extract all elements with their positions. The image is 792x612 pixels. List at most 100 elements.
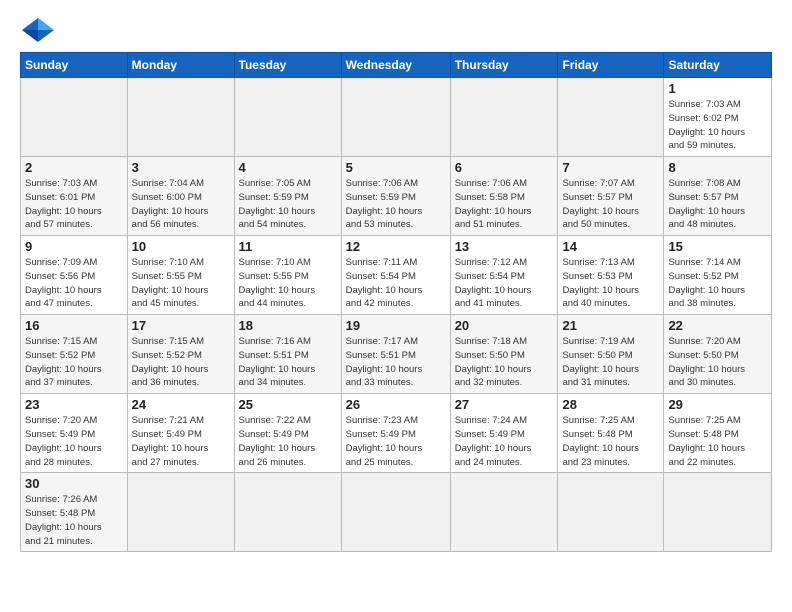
day-number: 1 bbox=[668, 81, 767, 96]
calendar-day-cell bbox=[234, 473, 341, 552]
calendar-day-cell: 4 Sunrise: 7:05 AM Sunset: 5:59 PM Daylig… bbox=[234, 157, 341, 236]
day-info-text: Sunrise: 7:07 AM Sunset: 5:57 PM Dayligh… bbox=[562, 177, 659, 232]
calendar-table: SundayMondayTuesdayWednesdayThursdayFrid… bbox=[20, 52, 772, 552]
calendar-day-cell: 3 Sunrise: 7:04 AM Sunset: 6:00 PM Daylig… bbox=[127, 157, 234, 236]
calendar-day-cell: 5 Sunrise: 7:06 AM Sunset: 5:59 PM Daylig… bbox=[341, 157, 450, 236]
calendar-day-cell: 24 Sunrise: 7:21 AM Sunset: 5:49 PM Dayli… bbox=[127, 394, 234, 473]
day-info-text: Sunrise: 7:19 AM Sunset: 5:50 PM Dayligh… bbox=[562, 335, 659, 390]
day-info-text: Sunrise: 7:10 AM Sunset: 5:55 PM Dayligh… bbox=[132, 256, 230, 311]
calendar-day-header: Tuesday bbox=[234, 53, 341, 78]
day-number: 30 bbox=[25, 476, 123, 491]
day-number: 11 bbox=[239, 239, 337, 254]
day-number: 16 bbox=[25, 318, 123, 333]
calendar-day-cell: 27 Sunrise: 7:24 AM Sunset: 5:49 PM Dayli… bbox=[450, 394, 558, 473]
day-info-text: Sunrise: 7:15 AM Sunset: 5:52 PM Dayligh… bbox=[25, 335, 123, 390]
day-number: 24 bbox=[132, 397, 230, 412]
calendar-week-row: 23 Sunrise: 7:20 AM Sunset: 5:49 PM Dayli… bbox=[21, 394, 772, 473]
calendar-day-cell: 9 Sunrise: 7:09 AM Sunset: 5:56 PM Daylig… bbox=[21, 236, 128, 315]
day-number: 7 bbox=[562, 160, 659, 175]
day-number: 4 bbox=[239, 160, 337, 175]
calendar-day-cell: 20 Sunrise: 7:18 AM Sunset: 5:50 PM Dayli… bbox=[450, 315, 558, 394]
calendar-day-cell: 25 Sunrise: 7:22 AM Sunset: 5:49 PM Dayli… bbox=[234, 394, 341, 473]
day-number: 10 bbox=[132, 239, 230, 254]
calendar-day-cell: 18 Sunrise: 7:16 AM Sunset: 5:51 PM Dayli… bbox=[234, 315, 341, 394]
logo-icon bbox=[20, 16, 56, 44]
calendar-day-cell bbox=[127, 473, 234, 552]
day-number: 28 bbox=[562, 397, 659, 412]
calendar-week-row: 9 Sunrise: 7:09 AM Sunset: 5:56 PM Daylig… bbox=[21, 236, 772, 315]
calendar-day-cell: 7 Sunrise: 7:07 AM Sunset: 5:57 PM Daylig… bbox=[558, 157, 664, 236]
day-number: 21 bbox=[562, 318, 659, 333]
day-number: 25 bbox=[239, 397, 337, 412]
calendar-day-cell bbox=[341, 78, 450, 157]
calendar-day-cell: 2 Sunrise: 7:03 AM Sunset: 6:01 PM Daylig… bbox=[21, 157, 128, 236]
day-number: 5 bbox=[346, 160, 446, 175]
calendar-day-header: Wednesday bbox=[341, 53, 450, 78]
logo bbox=[20, 16, 60, 44]
calendar-week-row: 30Sunrise: 7:26 AM Sunset: 5:48 PM Dayli… bbox=[21, 473, 772, 552]
calendar-day-cell bbox=[127, 78, 234, 157]
calendar-day-cell: 28Sunrise: 7:25 AM Sunset: 5:48 PM Dayli… bbox=[558, 394, 664, 473]
day-info-text: Sunrise: 7:25 AM Sunset: 5:48 PM Dayligh… bbox=[668, 414, 767, 469]
day-info-text: Sunrise: 7:13 AM Sunset: 5:53 PM Dayligh… bbox=[562, 256, 659, 311]
calendar-day-cell: 6Sunrise: 7:06 AM Sunset: 5:58 PM Daylig… bbox=[450, 157, 558, 236]
day-info-text: Sunrise: 7:03 AM Sunset: 6:02 PM Dayligh… bbox=[668, 98, 767, 153]
calendar-week-row: 16 Sunrise: 7:15 AM Sunset: 5:52 PM Dayli… bbox=[21, 315, 772, 394]
calendar-header-row: SundayMondayTuesdayWednesdayThursdayFrid… bbox=[21, 53, 772, 78]
calendar-day-cell: 26 Sunrise: 7:23 AM Sunset: 5:49 PM Dayli… bbox=[341, 394, 450, 473]
day-info-text: Sunrise: 7:03 AM Sunset: 6:01 PM Dayligh… bbox=[25, 177, 123, 232]
day-info-text: Sunrise: 7:16 AM Sunset: 5:51 PM Dayligh… bbox=[239, 335, 337, 390]
calendar-day-cell: 23 Sunrise: 7:20 AM Sunset: 5:49 PM Dayli… bbox=[21, 394, 128, 473]
day-number: 26 bbox=[346, 397, 446, 412]
day-info-text: Sunrise: 7:10 AM Sunset: 5:55 PM Dayligh… bbox=[239, 256, 337, 311]
calendar-day-header: Sunday bbox=[21, 53, 128, 78]
day-info-text: Sunrise: 7:08 AM Sunset: 5:57 PM Dayligh… bbox=[668, 177, 767, 232]
day-info-text: Sunrise: 7:06 AM Sunset: 5:59 PM Dayligh… bbox=[346, 177, 446, 232]
calendar-day-cell: 12 Sunrise: 7:11 AM Sunset: 5:54 PM Dayli… bbox=[341, 236, 450, 315]
day-number: 18 bbox=[239, 318, 337, 333]
calendar-day-cell: 15 Sunrise: 7:14 AM Sunset: 5:52 PM Dayli… bbox=[664, 236, 772, 315]
day-info-text: Sunrise: 7:17 AM Sunset: 5:51 PM Dayligh… bbox=[346, 335, 446, 390]
day-info-text: Sunrise: 7:04 AM Sunset: 6:00 PM Dayligh… bbox=[132, 177, 230, 232]
day-info-text: Sunrise: 7:09 AM Sunset: 5:56 PM Dayligh… bbox=[25, 256, 123, 311]
calendar-day-cell: 8 Sunrise: 7:08 AM Sunset: 5:57 PM Daylig… bbox=[664, 157, 772, 236]
calendar-day-cell: 21 Sunrise: 7:19 AM Sunset: 5:50 PM Dayli… bbox=[558, 315, 664, 394]
calendar-day-cell: 14Sunrise: 7:13 AM Sunset: 5:53 PM Dayli… bbox=[558, 236, 664, 315]
day-number: 22 bbox=[668, 318, 767, 333]
calendar-day-cell: 29 Sunrise: 7:25 AM Sunset: 5:48 PM Dayli… bbox=[664, 394, 772, 473]
day-number: 17 bbox=[132, 318, 230, 333]
day-info-text: Sunrise: 7:05 AM Sunset: 5:59 PM Dayligh… bbox=[239, 177, 337, 232]
day-info-text: Sunrise: 7:11 AM Sunset: 5:54 PM Dayligh… bbox=[346, 256, 446, 311]
page-header bbox=[20, 16, 772, 44]
day-info-text: Sunrise: 7:12 AM Sunset: 5:54 PM Dayligh… bbox=[455, 256, 554, 311]
day-number: 3 bbox=[132, 160, 230, 175]
day-info-text: Sunrise: 7:20 AM Sunset: 5:49 PM Dayligh… bbox=[25, 414, 123, 469]
calendar-day-cell bbox=[664, 473, 772, 552]
calendar-day-cell bbox=[450, 473, 558, 552]
calendar-day-cell: 30Sunrise: 7:26 AM Sunset: 5:48 PM Dayli… bbox=[21, 473, 128, 552]
calendar-day-cell bbox=[558, 78, 664, 157]
day-number: 15 bbox=[668, 239, 767, 254]
calendar-day-header: Monday bbox=[127, 53, 234, 78]
day-info-text: Sunrise: 7:22 AM Sunset: 5:49 PM Dayligh… bbox=[239, 414, 337, 469]
day-number: 2 bbox=[25, 160, 123, 175]
day-info-text: Sunrise: 7:24 AM Sunset: 5:49 PM Dayligh… bbox=[455, 414, 554, 469]
day-info-text: Sunrise: 7:15 AM Sunset: 5:52 PM Dayligh… bbox=[132, 335, 230, 390]
day-info-text: Sunrise: 7:23 AM Sunset: 5:49 PM Dayligh… bbox=[346, 414, 446, 469]
day-info-text: Sunrise: 7:06 AM Sunset: 5:58 PM Dayligh… bbox=[455, 177, 554, 232]
calendar-day-cell bbox=[341, 473, 450, 552]
day-number: 20 bbox=[455, 318, 554, 333]
calendar-day-header: Thursday bbox=[450, 53, 558, 78]
day-number: 9 bbox=[25, 239, 123, 254]
day-number: 23 bbox=[25, 397, 123, 412]
day-info-text: Sunrise: 7:18 AM Sunset: 5:50 PM Dayligh… bbox=[455, 335, 554, 390]
day-number: 12 bbox=[346, 239, 446, 254]
day-number: 8 bbox=[668, 160, 767, 175]
day-info-text: Sunrise: 7:21 AM Sunset: 5:49 PM Dayligh… bbox=[132, 414, 230, 469]
calendar-day-cell bbox=[450, 78, 558, 157]
day-number: 19 bbox=[346, 318, 446, 333]
day-number: 29 bbox=[668, 397, 767, 412]
day-info-text: Sunrise: 7:14 AM Sunset: 5:52 PM Dayligh… bbox=[668, 256, 767, 311]
day-number: 13 bbox=[455, 239, 554, 254]
day-number: 27 bbox=[455, 397, 554, 412]
